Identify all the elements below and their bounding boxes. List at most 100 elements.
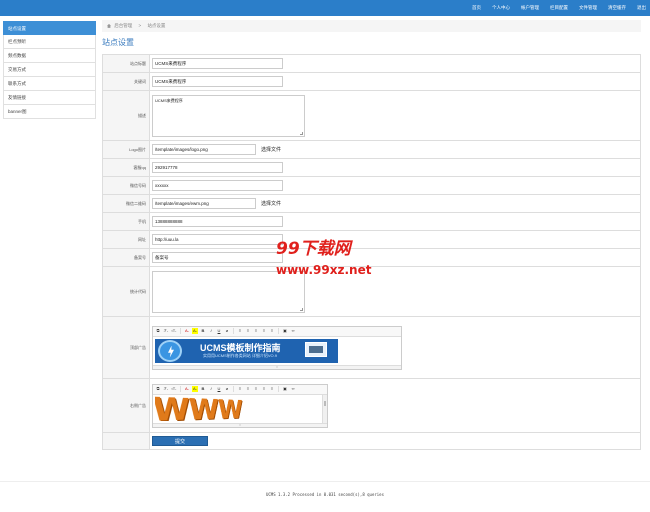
phone-input[interactable]: 13888888888 (152, 216, 283, 227)
banner-subtitle: 实用用UCMS制作各类网站 详细介绍VO.9 (203, 352, 278, 358)
breadcrumb-current: 站点设置 (147, 23, 166, 28)
font-size-icon[interactable]: ₜT- (171, 328, 177, 334)
nav-profile[interactable]: 个人中心 (492, 5, 510, 11)
row-logo: Logo图片 /template/images/logo.png 选择文件 (103, 141, 640, 159)
image-icon[interactable]: ▣ (282, 386, 288, 392)
wechat-qr-input[interactable]: /template/images/ewm.png (152, 198, 256, 209)
logo-input[interactable]: /template/images/logo.png (152, 144, 256, 155)
sidebar-item-site-settings[interactable]: 站点设置 (3, 21, 96, 35)
icp-input[interactable]: 备案号 (152, 252, 283, 263)
toolbar-divider (233, 386, 234, 392)
submit-button[interactable]: 提交 (152, 436, 208, 446)
breadcrumb-parent[interactable]: 后台管理 (114, 23, 132, 28)
top-ad-banner-image: UCMS模板制作指南 实用用UCMS制作各类网站 详细介绍VO.9 (155, 338, 338, 363)
nav-accounts[interactable]: 帐户管理 (521, 5, 539, 11)
editor-resize-bar[interactable]: ▿ (153, 364, 401, 369)
label-phone: 手机 (103, 213, 150, 230)
unordered-list-icon[interactable]: ≡ (269, 386, 275, 392)
footer-text: UCMS 1.3.2 Processed in 0.031 second(s),… (265, 492, 384, 497)
underline-icon[interactable]: U (216, 386, 222, 392)
right-ad-image-text: WWW (155, 395, 242, 421)
row-keywords: 关键词 UCMS来费程序 (103, 73, 640, 91)
remove-format-icon[interactable]: ⌀ (224, 328, 230, 334)
lightning-logo-icon (158, 339, 182, 362)
keywords-input[interactable]: UCMS来费程序 (152, 76, 283, 87)
font-family-icon[interactable]: ℱ- (163, 328, 169, 334)
row-submit: 提交 (103, 433, 640, 450)
highlight-icon[interactable]: A- (192, 328, 198, 334)
right-ad-editor-body[interactable]: WWW (153, 394, 327, 423)
breadcrumb-separator: > (138, 23, 142, 28)
editor-toolbar: ⧉ ℱ- ₜT- A- A- B I U ⌀ ≡ ≡ ≡ ≡ ≡ ▣ ∞ (153, 384, 327, 395)
toolbar-divider (180, 328, 181, 334)
editor-resize-bar[interactable]: ▿ (153, 422, 327, 427)
italic-icon[interactable]: I (208, 328, 214, 334)
highlight-icon[interactable]: A- (192, 386, 198, 392)
align-right-icon[interactable]: ≡ (253, 386, 259, 392)
ordered-list-icon[interactable]: ≡ (261, 386, 267, 392)
font-family-icon[interactable]: ℱ- (163, 386, 169, 392)
website-input[interactable]: http://uuu.la (152, 234, 283, 245)
site-title-input[interactable]: UCMS来费程序 (152, 58, 283, 69)
align-right-icon[interactable]: ≡ (253, 328, 259, 334)
label-right-ad: 右侧广告 (103, 379, 150, 432)
underline-icon[interactable]: U (216, 328, 222, 334)
wechat-input[interactable]: xxxxxx (152, 180, 283, 191)
row-right-ad: 右侧广告 ⧉ ℱ- ₜT- A- A- B I U ⌀ ≡ ≡ ≡ ≡ ≡ ▣ … (103, 379, 640, 433)
nav-columns[interactable]: 栏目配置 (550, 5, 568, 11)
toolbar-divider (278, 328, 279, 334)
sidebar: 站点设置 栏点预听 频点数据 交易方式 联系方式 友情链接 banner图 (3, 21, 96, 119)
row-stats-code: 统计代码 (103, 267, 640, 317)
top-ad-editor-body[interactable]: UCMS模板制作指南 实用用UCMS制作各类网站 详细介绍VO.9 (153, 336, 401, 365)
description-textarea[interactable]: UCMS来费程序 (152, 94, 305, 137)
wechat-qr-choose-file-button[interactable]: 选择文件 (261, 200, 281, 207)
remove-format-icon[interactable]: ⌀ (224, 386, 230, 392)
resize-handle-icon[interactable] (300, 307, 303, 311)
align-center-icon[interactable]: ≡ (245, 386, 251, 392)
sidebar-item-links[interactable]: 友情链接 (3, 91, 96, 105)
nav-clear-cache[interactable]: 清空缓存 (608, 5, 626, 11)
font-color-icon[interactable]: A- (184, 386, 190, 392)
row-website: 网址 http://uuu.la (103, 231, 640, 249)
label-wechat-qr: 微信二维码 (103, 195, 150, 212)
align-left-icon[interactable]: ≡ (237, 328, 243, 334)
bold-icon[interactable]: B (200, 328, 206, 334)
settings-form: 站点标题 UCMS来费程序 关键词 UCMS来费程序 描述 UCMS来费程序 L… (102, 54, 641, 450)
ordered-list-icon[interactable]: ≡ (261, 328, 267, 334)
link-icon[interactable]: ∞ (290, 328, 296, 334)
source-icon[interactable]: ⧉ (155, 386, 161, 392)
align-center-icon[interactable]: ≡ (245, 328, 251, 334)
sidebar-item-preview[interactable]: 栏点预听 (3, 35, 96, 49)
font-color-icon[interactable]: A- (184, 328, 190, 334)
image-icon[interactable]: ▣ (282, 328, 288, 334)
sidebar-item-banner[interactable]: banner图 (3, 105, 96, 119)
qq-input[interactable]: 292917778 (152, 162, 283, 173)
font-size-icon[interactable]: ₜT- (171, 386, 177, 392)
nav-files[interactable]: 文件管理 (579, 5, 597, 11)
source-icon[interactable]: ⧉ (155, 328, 161, 334)
align-left-icon[interactable]: ≡ (237, 386, 243, 392)
label-site-title: 站点标题 (103, 55, 150, 72)
sidebar-item-contact[interactable]: 联系方式 (3, 77, 96, 91)
right-ad-editor[interactable]: ⧉ ℱ- ₜT- A- A- B I U ⌀ ≡ ≡ ≡ ≡ ≡ ▣ ∞ WWW… (152, 383, 328, 428)
editor-scrollbar[interactable] (322, 394, 327, 423)
logo-choose-file-button[interactable]: 选择文件 (261, 146, 281, 153)
top-ad-editor[interactable]: ⧉ ℱ- ₜT- A- A- B I U ⌀ ≡ ≡ ≡ ≡ ≡ ▣ ∞ UCM… (152, 325, 402, 370)
toolbar-divider (180, 386, 181, 392)
label-wechat: 微信号码 (103, 177, 150, 194)
unordered-list-icon[interactable]: ≡ (269, 328, 275, 334)
bold-icon[interactable]: B (200, 386, 206, 392)
sidebar-item-trade[interactable]: 交易方式 (3, 63, 96, 77)
label-top-ad: 顶部广告 (103, 317, 150, 378)
sidebar-item-data[interactable]: 频点数据 (3, 49, 96, 63)
italic-icon[interactable]: I (208, 386, 214, 392)
stats-code-textarea[interactable] (152, 270, 305, 313)
footer-divider (0, 481, 650, 482)
label-empty (103, 433, 150, 449)
description-text: UCMS来费程序 (155, 97, 183, 103)
link-icon[interactable]: ∞ (290, 386, 296, 392)
resize-handle-icon[interactable] (300, 131, 303, 135)
nav-logout[interactable]: 退出 (637, 5, 646, 11)
top-bar: 首页 个人中心 帐户管理 栏目配置 文件管理 清空缓存 退出 (0, 0, 650, 16)
nav-home[interactable]: 首页 (472, 5, 481, 11)
